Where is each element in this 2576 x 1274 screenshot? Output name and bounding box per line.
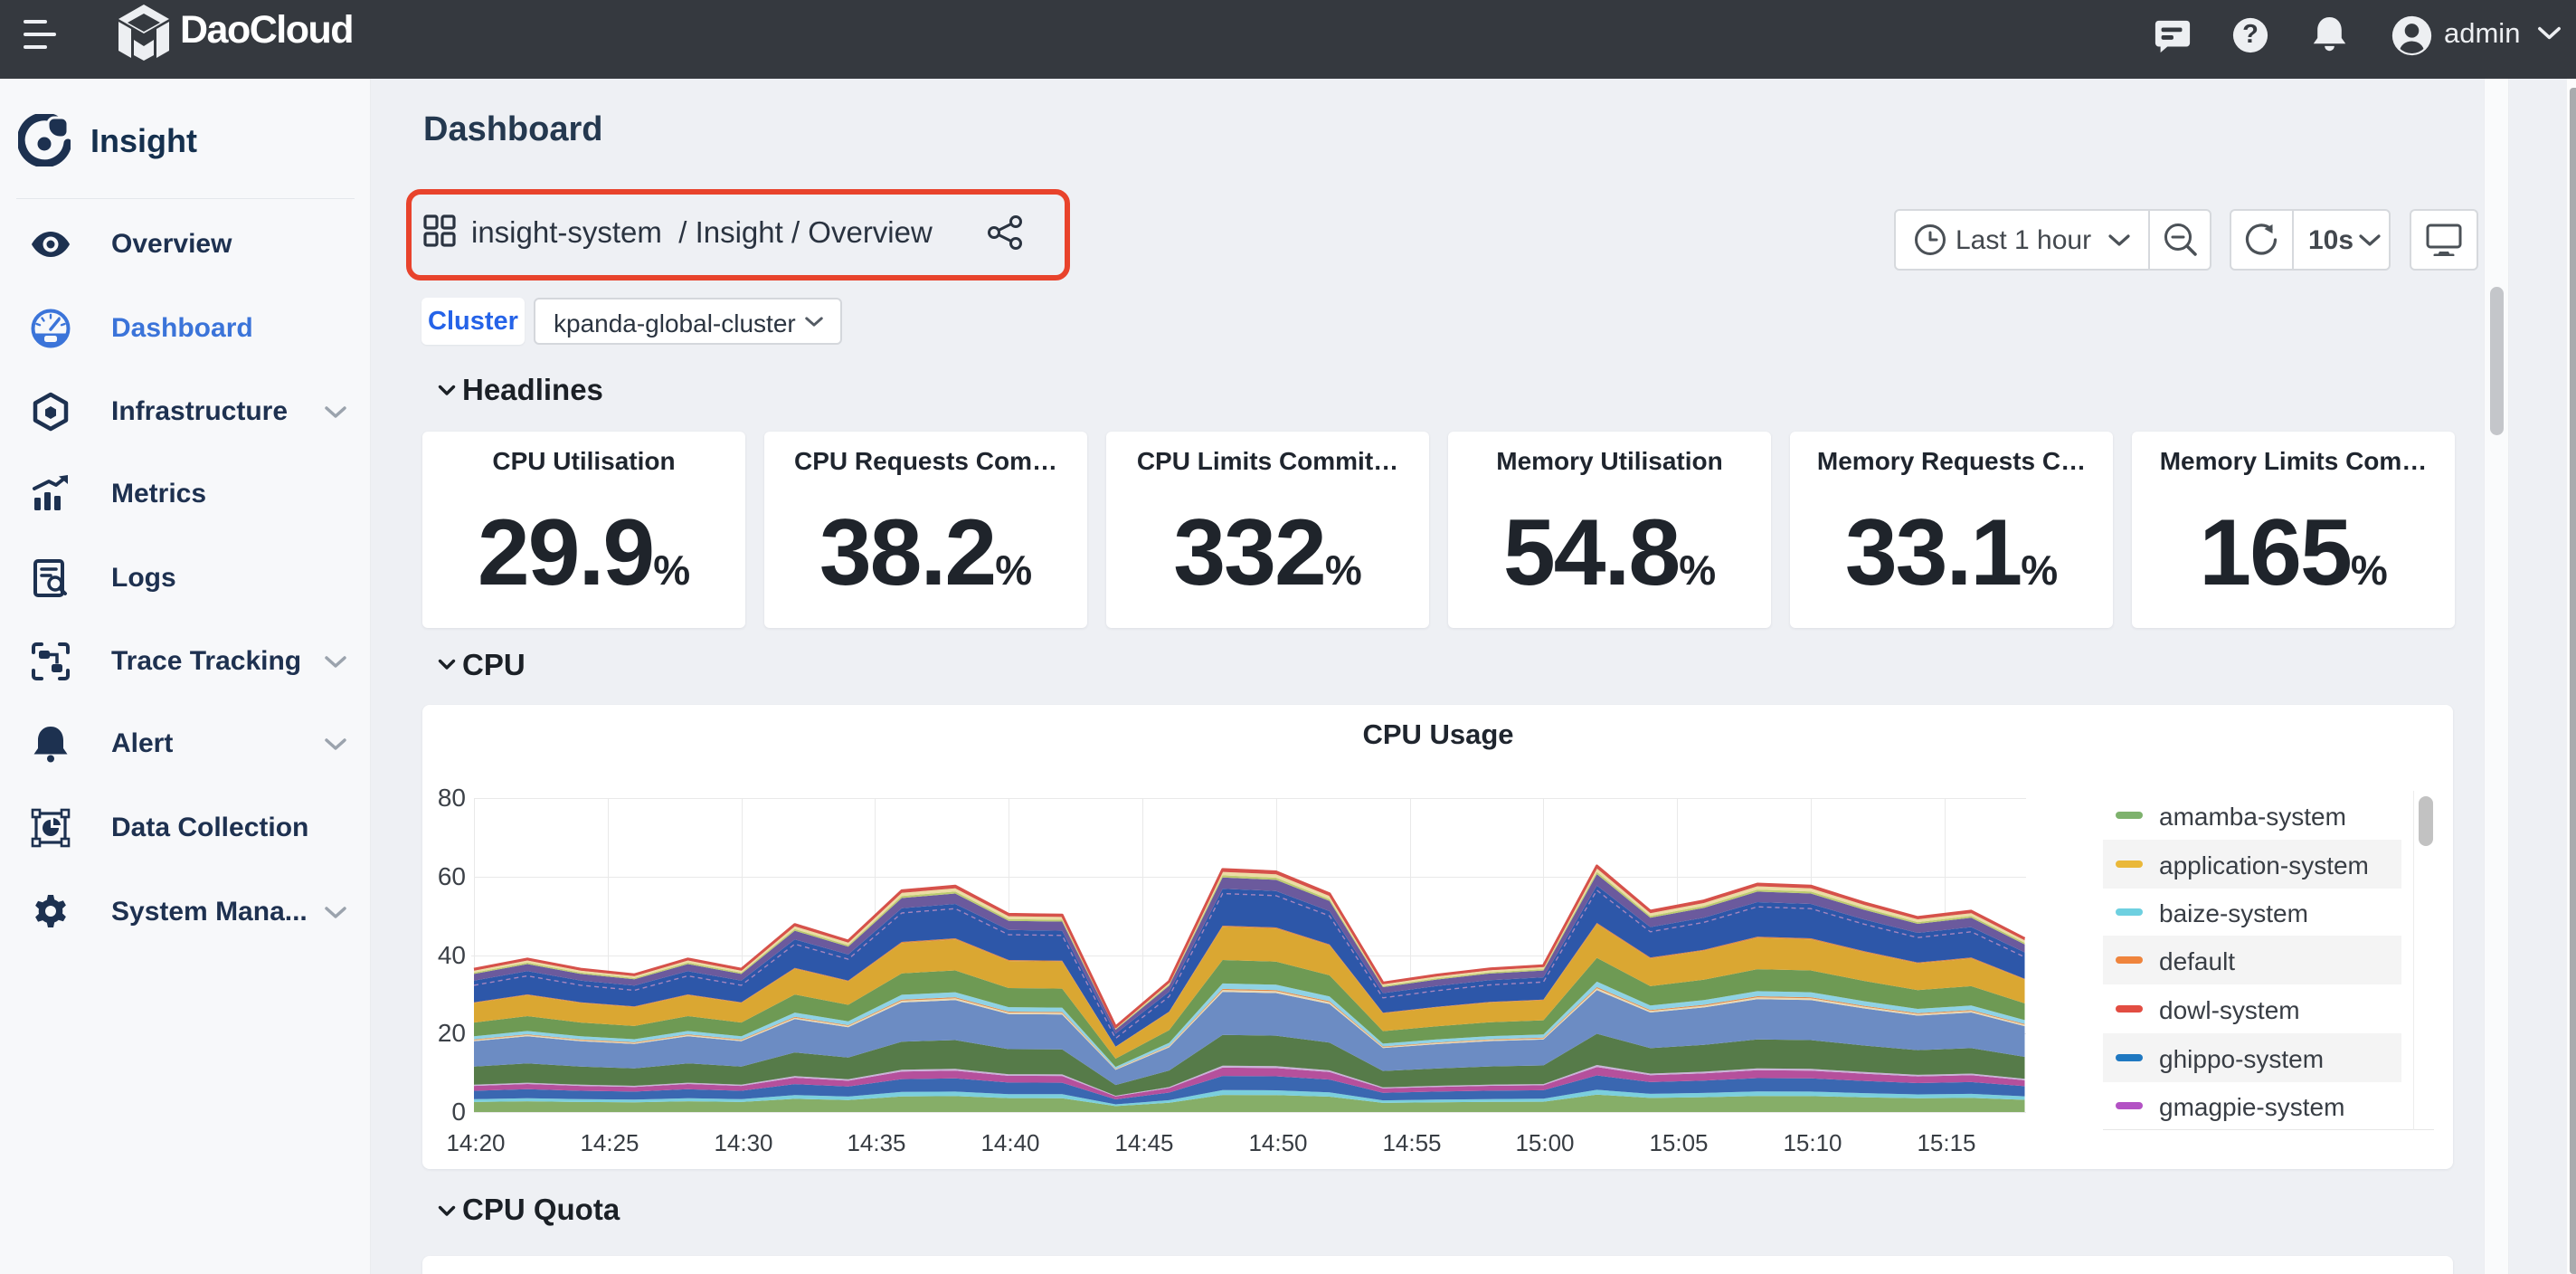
svg-text:?: ?: [2242, 20, 2259, 49]
